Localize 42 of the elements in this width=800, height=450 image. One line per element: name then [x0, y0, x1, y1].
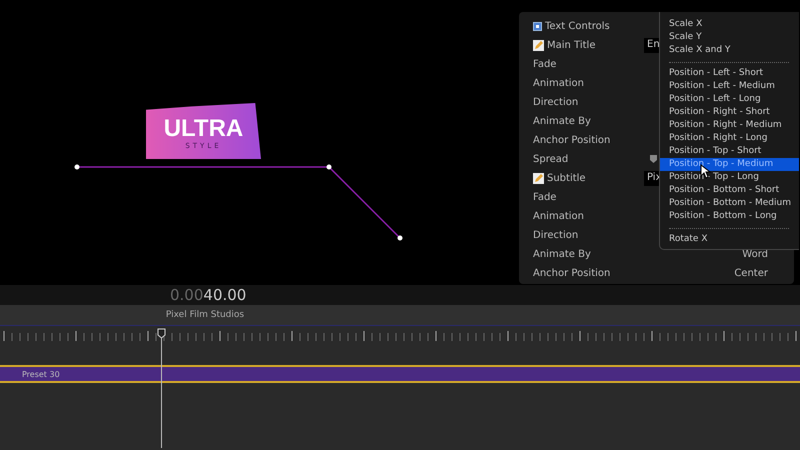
project-title: Pixel Film Studios: [166, 310, 244, 320]
parameter-label: Anchor Position: [533, 135, 610, 146]
parameter-label: Fade: [533, 59, 556, 70]
parameter-label: Spread: [533, 154, 568, 165]
menu-item[interactable]: Position - Top - Medium: [660, 158, 799, 171]
parameter-label: Text Controls: [545, 21, 610, 32]
logo-title: ULTRA: [164, 117, 244, 141]
parameter-label: Animation: [533, 78, 584, 89]
edit-icon: [533, 173, 544, 184]
menu-item[interactable]: Rotate X: [660, 233, 799, 246]
parameter-label: Animate By: [533, 116, 591, 127]
parameter-label: Main Title: [547, 40, 596, 51]
parameter-value[interactable]: Word: [742, 249, 768, 260]
edit-icon: [533, 40, 544, 51]
parameter-label: Anchor Position: [533, 268, 610, 279]
menu-item[interactable]: Position - Bottom - Long: [660, 210, 799, 223]
parameter-label: Animate By: [533, 249, 591, 260]
clip-label: Preset 30: [22, 370, 60, 378]
menu-item[interactable]: Position - Left - Short: [660, 67, 799, 80]
timecode: 40.00: [203, 286, 246, 304]
parameter-label: Direction: [533, 230, 578, 241]
menu-item[interactable]: Position - Right - Long: [660, 132, 799, 145]
parameter-label: Fade: [533, 192, 556, 203]
menu-item[interactable]: Position - Bottom - Short: [660, 184, 799, 197]
menu-item[interactable]: Position - Top - Short: [660, 145, 799, 158]
menu-item[interactable]: Scale Y: [660, 31, 799, 44]
checkbox[interactable]: [533, 22, 542, 31]
slider-thumb-icon[interactable]: [650, 155, 657, 163]
timeline-clip[interactable]: Preset 30: [0, 365, 800, 383]
menu-item[interactable]: Scale X: [660, 18, 799, 31]
parameter-value[interactable]: Center: [734, 268, 768, 279]
menu-item[interactable]: Position - Bottom - Medium: [660, 197, 799, 210]
menu-item[interactable]: Position - Left - Long: [660, 93, 799, 106]
menu-item[interactable]: Position - Left - Medium: [660, 80, 799, 93]
timecode-prefix: 0.00: [170, 286, 204, 304]
parameter-label: Direction: [533, 97, 578, 108]
playhead[interactable]: [157, 328, 166, 448]
menu-item[interactable]: Position - Right - Medium: [660, 119, 799, 132]
parameter-label: Subtitle: [547, 173, 586, 184]
menu-item[interactable]: Position - Right - Short: [660, 106, 799, 119]
parameter-label: Animation: [533, 211, 584, 222]
menu-item[interactable]: Scale X and Y: [660, 44, 799, 57]
